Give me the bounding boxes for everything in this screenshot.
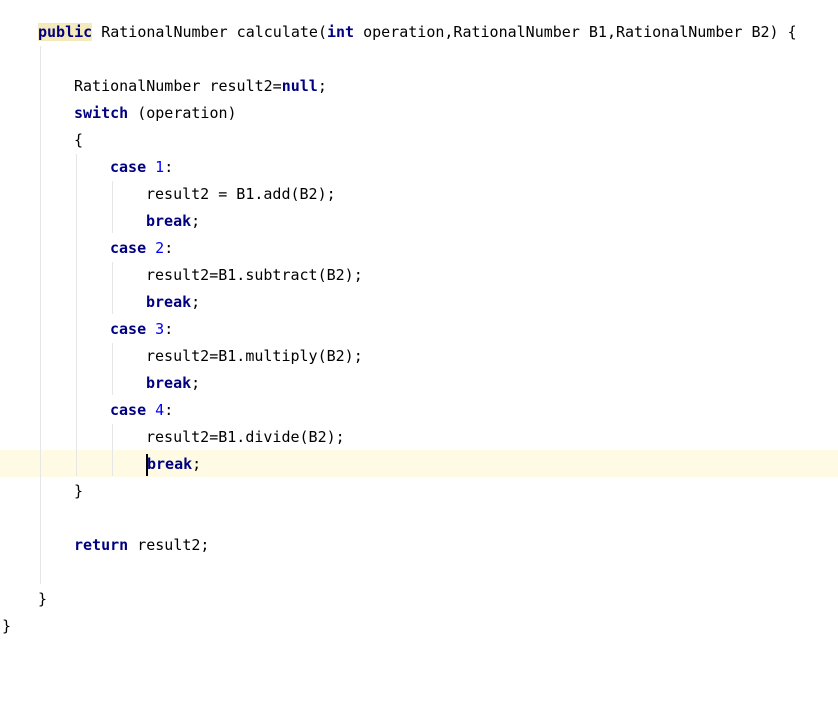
method-name-text: RationalNumber calculate( [92,23,327,41]
code-line-case-4[interactable]: case 4: [110,397,173,424]
indent-guide-method [40,46,41,584]
keyword-int: int [327,23,355,41]
declaration-text: RationalNumber result2= [74,77,282,95]
statement-text: result2 = B1.add(B2); [146,185,336,203]
break-semicolon: ; [191,293,201,311]
method-params-text: operation,RationalNumber B1,RationalNumb… [354,23,797,41]
keyword-break-rest: reak [156,455,193,473]
indent-guide-case-3 [112,343,113,395]
keyword-case: case [110,320,147,338]
code-editor[interactable]: public RationalNumber calculate(int oper… [0,0,838,715]
code-line-case-2-statement[interactable]: result2=B1.subtract(B2); [146,262,363,289]
case-number-2: 2 [155,239,165,257]
close-brace: } [74,482,84,500]
keyword-break: break [146,374,192,392]
code-line-case-2-break[interactable]: break; [146,289,200,316]
keyword-switch: switch [74,104,129,122]
keyword-return: return [74,536,129,554]
open-brace: { [74,131,84,149]
indent-guide-case-2 [112,262,113,314]
close-brace: } [38,590,48,608]
case-colon: : [164,401,174,419]
code-line-case-3-break[interactable]: break; [146,370,200,397]
code-line-case-1[interactable]: case 1: [110,154,173,181]
code-line-case-3-statement[interactable]: result2=B1.multiply(B2); [146,343,363,370]
code-line-return[interactable]: return result2; [74,532,209,559]
case-number-4: 4 [155,401,165,419]
current-line-highlight [0,450,838,477]
break-semicolon: ; [191,212,201,230]
code-line-case-2[interactable]: case 2: [110,235,173,262]
indent-guide-switch [76,154,77,476]
statement-text: result2=B1.subtract(B2); [146,266,363,284]
code-line-switch-open-brace[interactable]: { [74,127,83,154]
code-line-class-close-brace[interactable]: } [2,613,11,640]
keyword-null: null [281,77,318,95]
code-line-case-4-statement[interactable]: result2=B1.divide(B2); [146,424,345,451]
break-semicolon: ; [192,455,202,473]
keyword-break-b: b [147,455,157,473]
indent-guide-case-1 [112,181,113,233]
keyword-break: break [146,212,192,230]
code-line-case-4-break[interactable]: break; [146,451,201,478]
code-line-case-1-break[interactable]: break; [146,208,200,235]
keyword-case: case [110,239,147,257]
keyword-case: case [110,401,147,419]
declaration-semicolon: ; [317,77,327,95]
case-colon: : [164,158,174,176]
close-brace: } [2,617,12,635]
keyword-public: public [38,23,93,41]
keyword-break: break [146,293,192,311]
statement-text: result2=B1.multiply(B2); [146,347,363,365]
case-colon: : [164,239,174,257]
code-line-case-1-statement[interactable]: result2 = B1.add(B2); [146,181,336,208]
code-line-method-close-brace[interactable]: } [38,586,47,613]
case-number-1: 1 [155,158,165,176]
code-line-switch[interactable]: switch (operation) [74,100,237,127]
code-line-switch-close-brace[interactable]: } [74,478,83,505]
case-colon: : [164,320,174,338]
keyword-case: case [110,158,147,176]
code-line-declaration[interactable]: RationalNumber result2=null; [74,73,327,100]
break-semicolon: ; [191,374,201,392]
return-value: result2; [128,536,210,554]
switch-condition: (operation) [128,104,237,122]
case-number-3: 3 [155,320,165,338]
statement-text: result2=B1.divide(B2); [146,428,345,446]
indent-guide-case-4 [112,424,113,476]
code-line-method-signature[interactable]: public RationalNumber calculate(int oper… [38,19,797,46]
code-line-case-3[interactable]: case 3: [110,316,173,343]
